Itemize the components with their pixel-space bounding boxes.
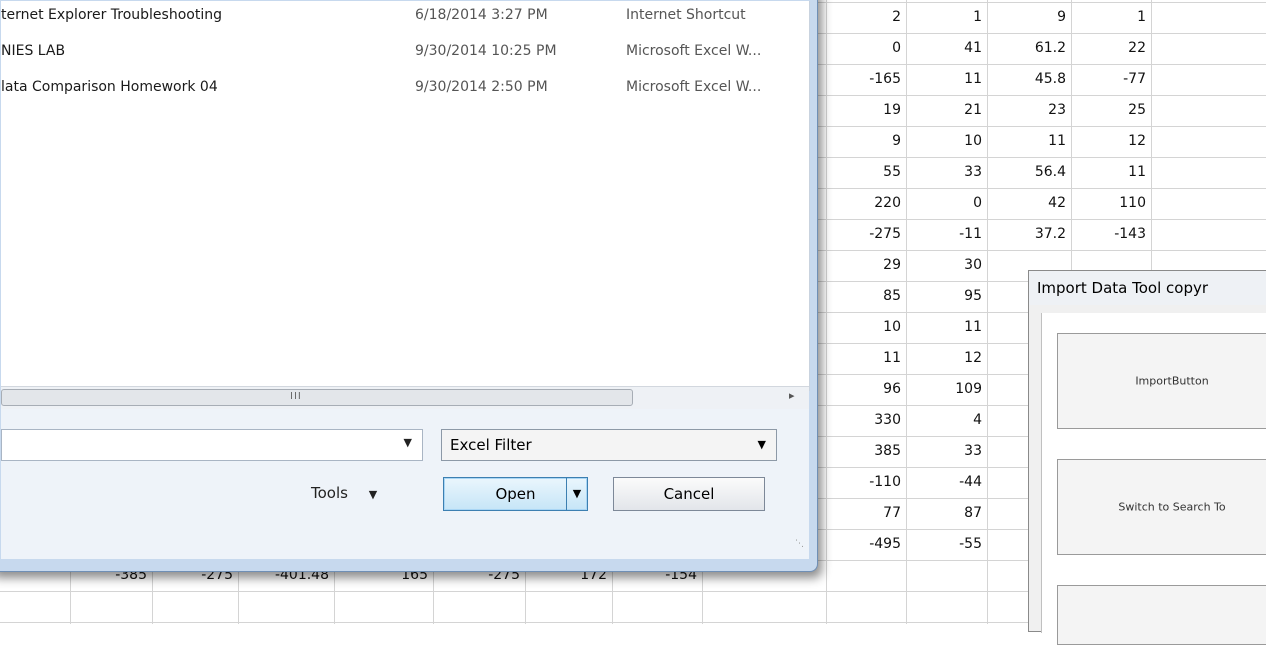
horizontal-scrollbar[interactable]: III ▸	[1, 386, 809, 409]
sheet-cell[interactable]: -143	[1071, 219, 1151, 249]
sheet-cell[interactable]: 33	[906, 436, 987, 466]
switch-to-search-button[interactable]: Switch to Search To	[1057, 459, 1266, 555]
sheet-cell[interactable]: 25	[1071, 95, 1151, 125]
scrollbar-grip: III	[290, 391, 302, 402]
sheet-cell[interactable]: 11	[987, 126, 1071, 156]
import-button[interactable]: ImportButton	[1057, 333, 1266, 429]
sheet-cell[interactable]: 4	[906, 405, 987, 435]
sheet-cell[interactable]: 385	[826, 436, 906, 466]
file-list: ternet Explorer Troubleshooting 6/18/2014…	[1, 1, 810, 391]
file-date: 6/18/2014 3:27 PM	[415, 7, 548, 23]
sheet-cell[interactable]: 85	[826, 281, 906, 311]
import-tool-title: Import Data Tool copyr	[1029, 271, 1266, 305]
chevron-down-icon: ▼	[368, 488, 378, 501]
file-date: 9/30/2014 10:25 PM	[415, 43, 557, 59]
sheet-cell[interactable]: -44	[906, 467, 987, 497]
tools-label: Tools	[311, 484, 348, 502]
sheet-cell[interactable]: 56.4	[987, 157, 1071, 187]
sheet-cell[interactable]: 11	[826, 343, 906, 373]
sheet-cell[interactable]: 12	[906, 343, 987, 373]
sheet-cell[interactable]: 109	[906, 374, 987, 404]
file-list-item[interactable]: lata Comparison Homework 04 9/30/2014 2:5…	[1, 75, 809, 99]
open-dropdown-chevron-icon[interactable]: ▼	[566, 478, 587, 510]
dialog-footer: ▼ Excel Filter ▼ Tools ▼ Open ▼ Cancel ⋱	[1, 409, 809, 559]
file-type: Microsoft Excel W...	[626, 79, 762, 95]
sheet-cell[interactable]: 1	[1071, 2, 1151, 32]
scrollbar-thumb[interactable]: III	[1, 389, 633, 406]
filename-input[interactable]: ▼	[1, 429, 423, 461]
sheet-cell[interactable]: -495	[826, 529, 906, 559]
sheet-cell[interactable]: -165	[826, 64, 906, 94]
file-name: NIES LAB	[1, 43, 66, 59]
file-name: lata Comparison Homework 04	[1, 79, 218, 95]
file-type: Internet Shortcut	[626, 7, 746, 23]
scroll-right-arrow-icon[interactable]: ▸	[789, 389, 795, 402]
sheet-cell[interactable]: 22	[1071, 33, 1151, 63]
sheet-cell[interactable]: -77	[1071, 64, 1151, 94]
sheet-cell[interactable]: 87	[906, 498, 987, 528]
sheet-cell[interactable]: 41	[906, 33, 987, 63]
chevron-down-icon: ▼	[757, 438, 766, 451]
sheet-cell[interactable]: 77	[826, 498, 906, 528]
sheet-cell[interactable]: -11	[906, 219, 987, 249]
sheet-cell[interactable]: 9	[826, 126, 906, 156]
sheet-cell[interactable]: 330	[826, 405, 906, 435]
cancel-button[interactable]: Cancel	[613, 477, 765, 511]
file-date: 9/30/2014 2:50 PM	[415, 79, 548, 95]
sheet-cell[interactable]: 23	[987, 95, 1071, 125]
sheet-cell[interactable]: 10	[826, 312, 906, 342]
sheet-cell[interactable]: 0	[906, 188, 987, 218]
file-type-filter[interactable]: Excel Filter ▼	[441, 429, 777, 461]
tools-menu[interactable]: Tools ▼	[311, 484, 377, 502]
sheet-cell[interactable]: 10	[906, 126, 987, 156]
chevron-down-icon[interactable]: ▼	[404, 436, 412, 449]
open-label: Open	[495, 485, 536, 503]
sheet-cell[interactable]: 29	[826, 250, 906, 280]
sheet-cell[interactable]: 55	[826, 157, 906, 187]
sheet-cell[interactable]: -275	[826, 219, 906, 249]
sheet-cell[interactable]: 96	[826, 374, 906, 404]
sheet-cell[interactable]: 21	[906, 95, 987, 125]
sheet-cell[interactable]: 37.2	[987, 219, 1071, 249]
sheet-cell[interactable]: 9	[987, 2, 1071, 32]
sheet-cell[interactable]: 12	[1071, 126, 1151, 156]
sheet-cell[interactable]: 11	[906, 312, 987, 342]
sheet-cell[interactable]: 45.8	[987, 64, 1071, 94]
sheet-cell[interactable]: 42	[987, 188, 1071, 218]
sheet-cell[interactable]: 0	[826, 33, 906, 63]
third-tool-button[interactable]	[1057, 585, 1266, 645]
sheet-cell[interactable]: 19	[826, 95, 906, 125]
file-list-item[interactable]: ternet Explorer Troubleshooting 6/18/2014…	[1, 3, 809, 27]
import-button-label: ImportButton	[1135, 374, 1209, 388]
sheet-cell[interactable]: -55	[906, 529, 987, 559]
sheet-cell[interactable]: -110	[826, 467, 906, 497]
open-button[interactable]: Open ▼	[443, 477, 588, 511]
sheet-cell[interactable]: 11	[906, 64, 987, 94]
switch-button-label: Switch to Search To	[1118, 500, 1226, 514]
import-data-tool-window: Import Data Tool copyr ImportButton Swit…	[1028, 270, 1266, 645]
sheet-cell[interactable]: 95	[906, 281, 987, 311]
file-name: ternet Explorer Troubleshooting	[1, 7, 222, 23]
sheet-cell[interactable]: 61.2	[987, 33, 1071, 63]
sheet-cell[interactable]: 110	[1071, 188, 1151, 218]
open-file-dialog: ternet Explorer Troubleshooting 6/18/2014…	[0, 0, 818, 572]
sheet-cell[interactable]: 30	[906, 250, 987, 280]
sheet-cell[interactable]: 1	[906, 2, 987, 32]
file-type: Microsoft Excel W...	[626, 43, 762, 59]
sheet-cell[interactable]: 220	[826, 188, 906, 218]
file-list-item[interactable]: NIES LAB 9/30/2014 10:25 PM Microsoft Exce…	[1, 39, 809, 63]
sheet-cell[interactable]: 11	[1071, 157, 1151, 187]
sheet-cell[interactable]: 2	[826, 2, 906, 32]
sheet-cell[interactable]: 33	[906, 157, 987, 187]
resize-grip-icon[interactable]: ⋱	[795, 539, 804, 549]
filter-value: Excel Filter	[450, 436, 532, 454]
